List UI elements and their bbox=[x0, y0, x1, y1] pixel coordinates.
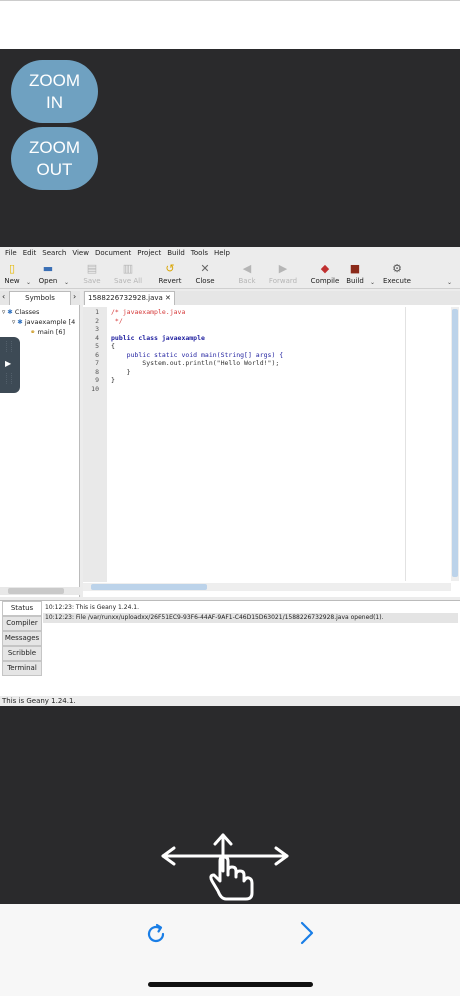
class-icon: ✱ bbox=[17, 318, 23, 326]
menu-search[interactable]: Search bbox=[42, 249, 66, 257]
chevron-right-icon[interactable] bbox=[298, 920, 316, 946]
tab-messages[interactable]: Messages bbox=[2, 631, 42, 646]
scroll-thumb[interactable] bbox=[91, 584, 207, 590]
tab-status[interactable]: Status bbox=[2, 601, 42, 616]
code-line-8: } bbox=[111, 367, 131, 376]
reload-icon[interactable] bbox=[144, 922, 168, 946]
open-dropdown-icon[interactable]: ⌄ bbox=[64, 279, 69, 286]
code-line-4: public class javaexample bbox=[111, 333, 205, 342]
status-log: 10:12:23: This is Geany 1.24.1. 10:12:23… bbox=[43, 603, 458, 623]
code-line-7: System.out.println("Hello World!"); bbox=[111, 359, 280, 367]
save-icon: ▤ bbox=[86, 262, 98, 275]
menu-edit[interactable]: Edit bbox=[23, 249, 37, 257]
menu-project[interactable]: Project bbox=[137, 249, 161, 257]
back-button[interactable]: ◀ Back bbox=[228, 262, 266, 288]
new-file-icon: ▯ bbox=[8, 262, 16, 275]
editor-vscrollbar[interactable] bbox=[451, 307, 459, 581]
method-icon: ⚭ bbox=[30, 328, 36, 336]
tab-close-icon[interactable]: ✕ bbox=[165, 294, 171, 302]
scroll-thumb[interactable] bbox=[452, 309, 458, 577]
back-arrow-icon: ◀ bbox=[242, 262, 252, 275]
save-all-icon: ▥ bbox=[122, 262, 134, 275]
geany-window: File Edit Search View Document Project B… bbox=[0, 247, 460, 706]
home-indicator[interactable] bbox=[148, 982, 313, 987]
forward-button[interactable]: ▶ Forward bbox=[264, 262, 302, 288]
revert-icon: ↺ bbox=[165, 262, 175, 275]
pan-gesture-icon bbox=[161, 833, 289, 901]
editor-tab-row: 1588226732928.java ✕ bbox=[83, 291, 460, 305]
scroll-thumb[interactable] bbox=[8, 588, 64, 594]
status-bar: This is Geany 1.24.1. bbox=[0, 696, 460, 706]
build-button[interactable]: ■ Build bbox=[336, 262, 374, 288]
close-button[interactable]: ✕ Close bbox=[186, 262, 224, 288]
grip-icon: ⋮⋮ ⋮⋮ bbox=[4, 373, 14, 385]
toolbar-overflow-icon[interactable]: ⌄ bbox=[447, 279, 452, 286]
play-icon: ▶ bbox=[5, 359, 12, 368]
code-editor[interactable]: 1588226732928.java ✕ 1 2 3 4 5 6 7 8 9 1… bbox=[83, 291, 460, 597]
symbol-tree: ▿ ✱ Classes ▿ ✱ javaexample [4 ⚭ main [6… bbox=[2, 308, 80, 338]
menu-file[interactable]: File bbox=[5, 249, 17, 257]
close-icon: ✕ bbox=[200, 262, 210, 275]
sidebar-tab-row: ‹ Symbols › bbox=[0, 291, 80, 305]
compile-icon: ◆ bbox=[320, 262, 330, 275]
tab-compiler[interactable]: Compiler bbox=[2, 616, 42, 631]
code-line-5: { bbox=[111, 342, 115, 350]
tab-terminal[interactable]: Terminal bbox=[2, 661, 42, 676]
top-bar bbox=[0, 0, 460, 49]
log-line: 10:12:23: File /var/runxx/uploadxx/26F51… bbox=[43, 613, 458, 623]
code-line-2: */ bbox=[111, 316, 123, 325]
build-dropdown-icon[interactable]: ⌄ bbox=[370, 279, 375, 286]
tab-scroll-right-icon[interactable]: › bbox=[73, 292, 76, 301]
tab-scribble[interactable]: Scribble bbox=[2, 646, 42, 661]
tab-file[interactable]: 1588226732928.java ✕ bbox=[84, 291, 175, 305]
viewer-bottom-area bbox=[0, 706, 460, 904]
toolbar: ▯ New ⌄ ▬ Open ⌄ ▤ Save ▥ Save All ↺ Rev… bbox=[0, 259, 460, 289]
editor-hscrollbar[interactable] bbox=[83, 583, 451, 591]
tree-item-javaexample[interactable]: ▿ ✱ javaexample [4 bbox=[2, 318, 80, 328]
forward-arrow-icon: ▶ bbox=[278, 262, 288, 275]
zoom-in-button[interactable]: ZOOM IN bbox=[11, 60, 98, 123]
build-icon: ■ bbox=[349, 262, 361, 275]
expander-icon[interactable]: ▿ bbox=[12, 318, 15, 326]
grip-icon: ⋮⋮ ⋮⋮ bbox=[4, 341, 14, 353]
long-line-marker bbox=[405, 307, 406, 581]
tab-symbols[interactable]: Symbols bbox=[9, 291, 71, 305]
code-line-9: } bbox=[111, 376, 115, 384]
execute-gear-icon: ⚙ bbox=[392, 262, 402, 275]
tree-item-classes[interactable]: ▿ ✱ Classes bbox=[2, 308, 80, 318]
tab-scroll-left-icon[interactable]: ‹ bbox=[2, 292, 5, 301]
menu-build[interactable]: Build bbox=[167, 249, 185, 257]
code-line-1: /* javaexample.java bbox=[111, 308, 186, 316]
save-button[interactable]: ▤ Save bbox=[73, 262, 111, 288]
code-area[interactable]: 1 2 3 4 5 6 7 8 9 10 /* javaexample.java… bbox=[83, 308, 460, 578]
side-panel-handle[interactable]: ▶ ⋮⋮ ⋮⋮ ⋮⋮ ⋮⋮ bbox=[0, 337, 20, 393]
zoom-out-button[interactable]: ZOOM OUT bbox=[11, 127, 98, 190]
menu-document[interactable]: Document bbox=[95, 249, 131, 257]
save-all-button[interactable]: ▥ Save All bbox=[109, 262, 147, 288]
menu-help[interactable]: Help bbox=[214, 249, 230, 257]
expander-icon[interactable]: ▿ bbox=[2, 308, 5, 316]
log-line: 10:12:23: This is Geany 1.24.1. bbox=[45, 604, 140, 611]
folder-icon: ▬ bbox=[42, 262, 54, 275]
menu-bar: File Edit Search View Document Project B… bbox=[0, 247, 460, 259]
menu-tools[interactable]: Tools bbox=[191, 249, 208, 257]
classes-icon: ✱ bbox=[7, 308, 13, 316]
revert-button[interactable]: ↺ Revert bbox=[151, 262, 189, 288]
sidebar-hscrollbar[interactable] bbox=[0, 587, 80, 595]
menu-view[interactable]: View bbox=[72, 249, 89, 257]
open-button[interactable]: ▬ Open bbox=[29, 262, 67, 288]
code-line-6: public static void main(String[] args) { bbox=[111, 350, 284, 359]
message-window: Status Compiler Messages Scribble Termin… bbox=[0, 600, 460, 697]
execute-button[interactable]: ⚙ Execute bbox=[378, 262, 416, 288]
